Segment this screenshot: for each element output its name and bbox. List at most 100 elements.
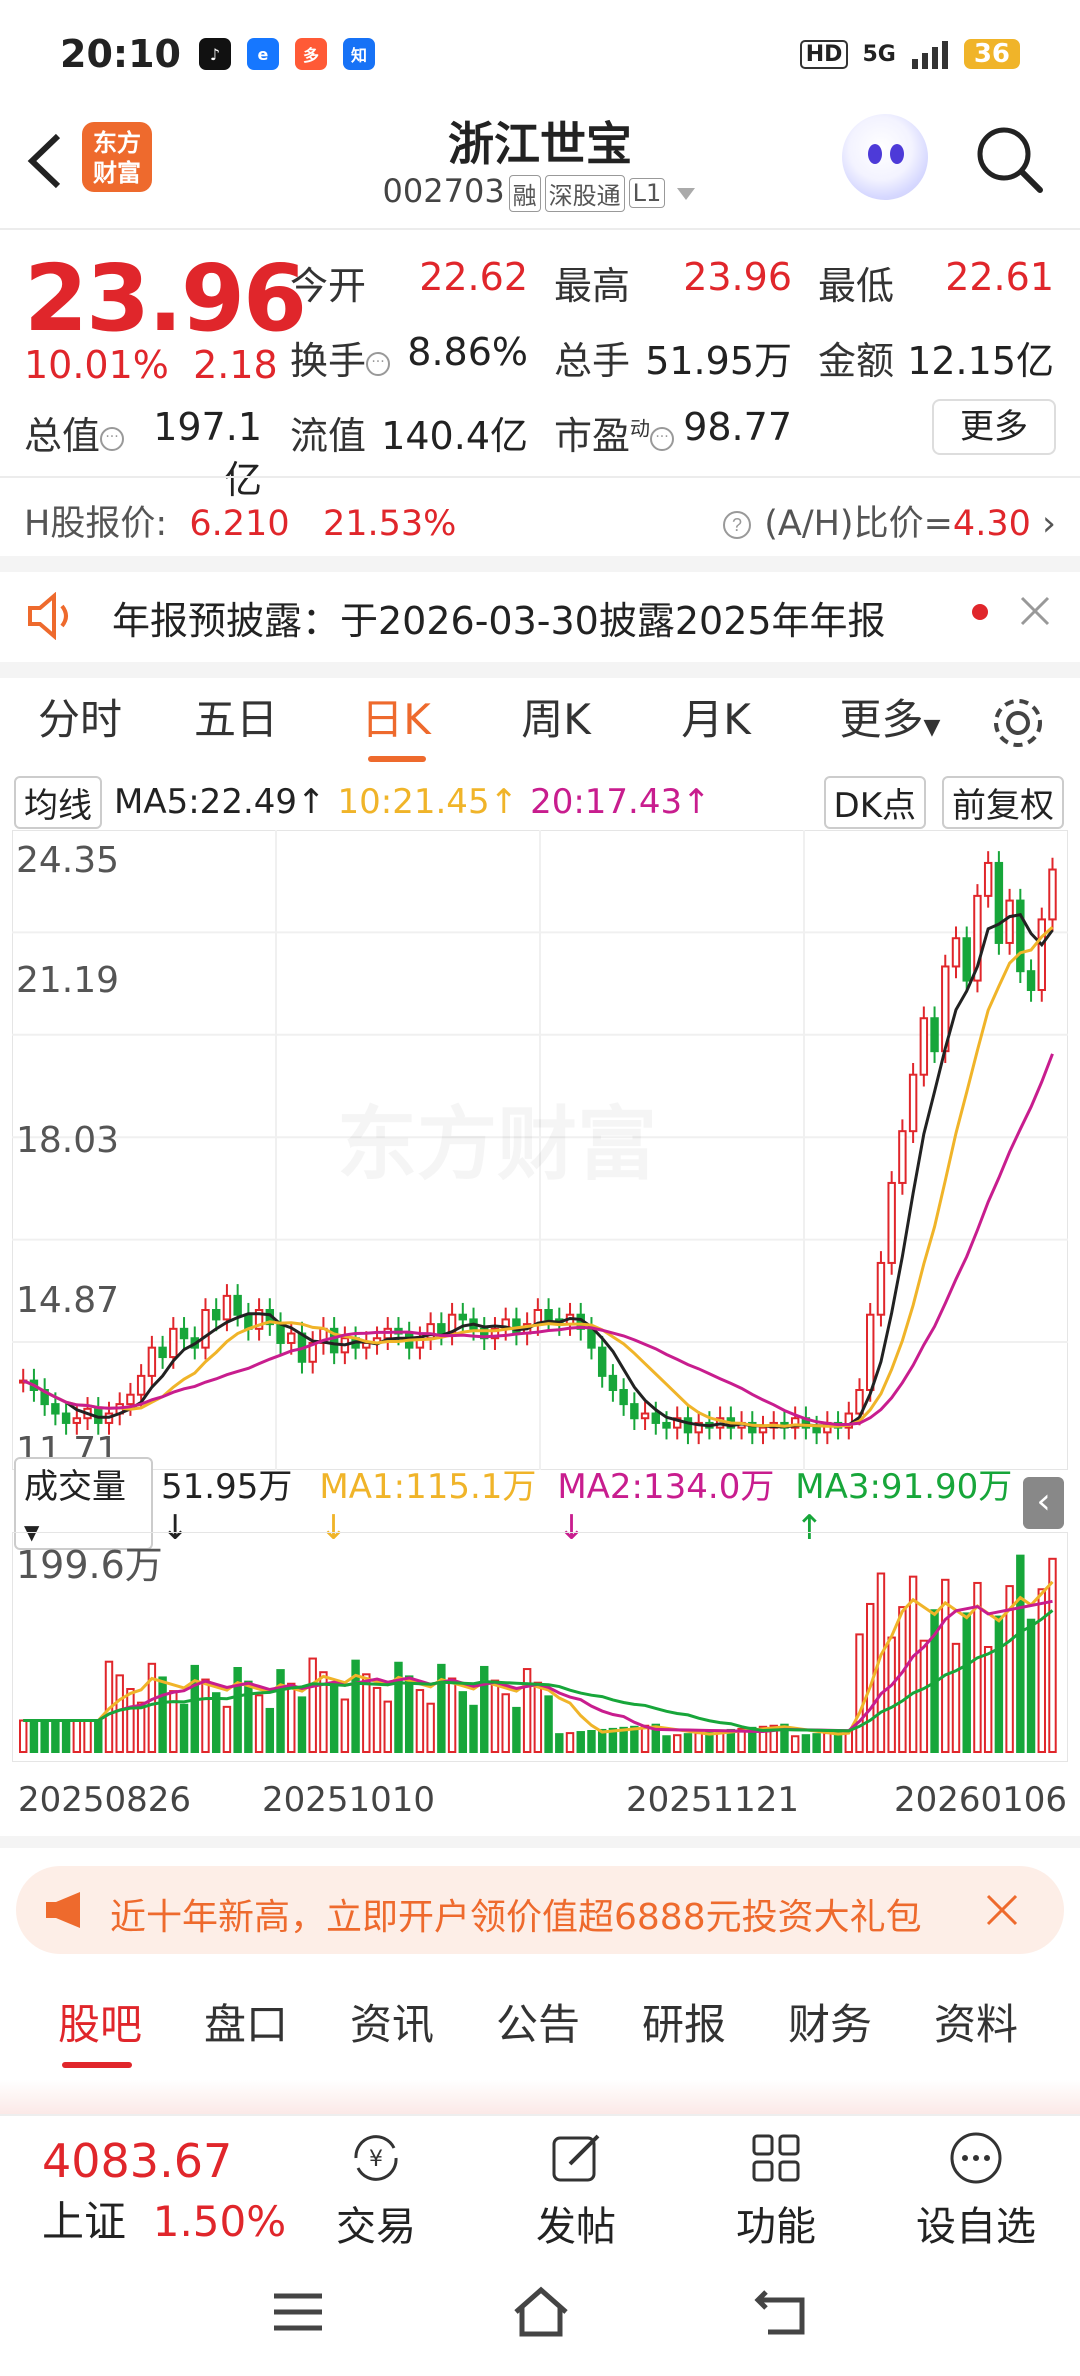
volume-bar [983, 1646, 993, 1753]
volume-bar [233, 1667, 242, 1753]
tab-more[interactable]: 更多▼ [830, 680, 950, 770]
menu-icon[interactable] [270, 2290, 326, 2334]
candle-body [51, 1403, 60, 1415]
volume-bar [951, 1642, 961, 1753]
trade-button[interactable]: ¥ 交易 [306, 2128, 446, 2252]
divider [0, 228, 1080, 230]
back-nav-icon[interactable] [752, 2286, 812, 2338]
red-dot [972, 604, 988, 620]
volume-svg [11, 1531, 1069, 1763]
ma10-text: 10:21.45 [337, 782, 490, 822]
stock-header: 东方 财富 浙江世宝 002703 融深股通 L1 [0, 108, 1080, 228]
volume-bar [72, 1719, 82, 1753]
period-tabs: 分时 五日 日K 周K 月K 更多▼ [0, 680, 1080, 770]
tab-announcements[interactable]: 公告 [488, 1980, 588, 2080]
turnover-value: 8.86% [407, 330, 528, 374]
post-button[interactable]: 发帖 [506, 2128, 646, 2252]
tab-profile[interactable]: 资料 [926, 1980, 1026, 2080]
kline-chart[interactable]: 24.35 21.19 18.03 14.87 11.71 东方财富 [11, 829, 1069, 1471]
volume-bar [94, 1719, 103, 1753]
tab-research[interactable]: 研报 [634, 1980, 734, 2080]
content-tabs: 股吧 盘口 资讯 公告 研报 财务 资料 [0, 1980, 1080, 2080]
candle-body [597, 1346, 607, 1377]
ah-ratio[interactable]: ? (A/H)比价=4.30 › [721, 495, 1056, 546]
tag-margin: 融 [508, 174, 541, 212]
change-pct: 10.01% [24, 343, 169, 387]
volume-chart[interactable]: 199.6万 [11, 1531, 1069, 1763]
tab-news[interactable]: 资讯 [342, 1980, 442, 2080]
ma-selector[interactable]: 均线 [14, 775, 102, 829]
promo-banner[interactable]: 近十年新高，立即开户领价值超6888元投资大礼包 [16, 1866, 1064, 1954]
volume-bar [308, 1657, 317, 1753]
function-button[interactable]: 功能 [706, 2128, 846, 2252]
volume-bar [887, 1636, 896, 1753]
candle-body [608, 1374, 618, 1391]
tab-intraday[interactable]: 分时 [30, 680, 130, 770]
volume-bar [222, 1705, 232, 1754]
candle-body [233, 1294, 242, 1316]
tab-five-day[interactable]: 五日 [186, 680, 286, 770]
dk-button[interactable]: DK点 [823, 775, 926, 829]
volume-bar [919, 1639, 929, 1753]
dropdown-icon [677, 188, 696, 200]
volume-bar [244, 1680, 253, 1753]
tab-finance[interactable]: 财务 [780, 1980, 880, 2080]
tab-monthly-k[interactable]: 月K [666, 680, 766, 770]
add-watchlist-label: 设自选 [916, 2204, 1036, 2250]
home-icon[interactable] [510, 2284, 572, 2340]
volume-bar [426, 1702, 435, 1753]
tab-pankou[interactable]: 盘口 [196, 1980, 296, 2080]
date-label: 20250826 [18, 1780, 192, 1820]
volume-bar [662, 1735, 671, 1753]
mcap-label[interactable]: 总值 ··· [24, 405, 125, 460]
tab-weekly-k[interactable]: 周K [506, 680, 606, 770]
collapse-button[interactable]: ‹ [1023, 1477, 1065, 1529]
adjust-button[interactable]: 前复权 [942, 775, 1064, 829]
index-widget[interactable]: 4083.67 上证 1.50% [42, 2134, 286, 2249]
float-label: 流值 [290, 414, 367, 458]
vol-ma3-text: MA3:91.90万 [795, 1466, 1013, 1507]
system-nav-bar [0, 2248, 1080, 2376]
volume-bar [812, 1733, 821, 1753]
volume-bar [190, 1664, 199, 1753]
search-button[interactable] [974, 124, 1046, 196]
candle-body [587, 1327, 596, 1349]
candle-body [147, 1346, 157, 1377]
candle-body [276, 1323, 285, 1344]
fade [0, 2080, 1080, 2114]
notice-banner[interactable]: 年报预披露：于2026-03-30披露2025年年报 [0, 570, 1080, 662]
info-icon: ··· [100, 426, 125, 451]
candle-body [951, 937, 961, 968]
stock-code: 002703 [382, 172, 505, 210]
more-button[interactable]: 更多 [932, 399, 1056, 455]
candle-body [876, 1261, 886, 1316]
tag-connect: 深股通 [544, 174, 625, 212]
status-bar: 20:10 ♪ e 多 知 HD 5G 36 [0, 0, 1080, 108]
candle-body [1005, 899, 1014, 944]
assistant-avatar[interactable] [842, 114, 928, 200]
settings-icon[interactable] [990, 694, 1046, 752]
search-icon [977, 127, 1043, 193]
price-axis-label: 24.35 [16, 840, 120, 881]
add-watchlist-button[interactable]: 设自选 [906, 2128, 1046, 2252]
close-icon[interactable] [984, 1892, 1020, 1928]
candle-body [1026, 970, 1036, 991]
ma5-value: MA5:22.49↑ [114, 782, 326, 822]
candle-body [72, 1417, 82, 1424]
edit-icon [552, 2134, 600, 2182]
tab-underline [368, 756, 426, 762]
candle-body [898, 1130, 907, 1184]
volume-bar [1026, 1618, 1036, 1753]
ma10-value: 10:21.45↑ [337, 782, 519, 822]
turnover-label[interactable]: 换手 ··· [290, 330, 391, 385]
candle-body [437, 1323, 446, 1335]
volume-bar [855, 1633, 864, 1753]
pe-label-text: 市盈 [554, 414, 631, 458]
ah-ratio-value: 4.30 [952, 504, 1031, 544]
volume-bar [587, 1730, 596, 1753]
volume-bar [115, 1674, 124, 1754]
volume-bar [19, 1719, 28, 1753]
close-icon[interactable] [1018, 594, 1052, 628]
mcap-value: 197.1亿 [153, 405, 262, 502]
pe-label[interactable]: 市盈动 ··· [554, 405, 675, 460]
